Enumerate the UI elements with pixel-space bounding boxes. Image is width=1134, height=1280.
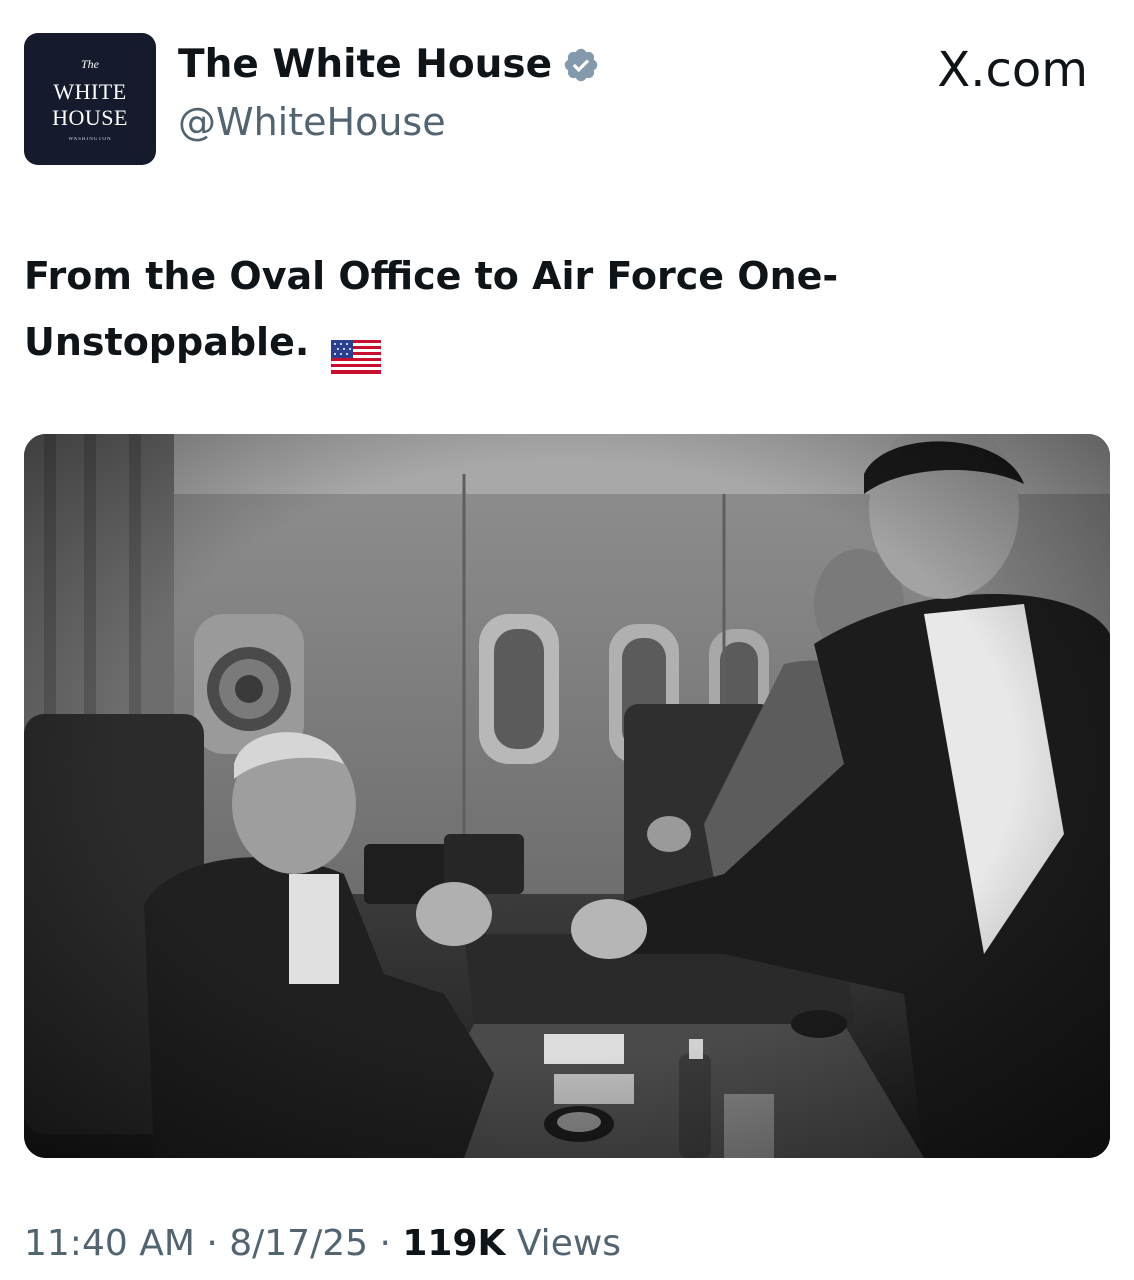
us-flag-icon [330,328,382,374]
tweet-date[interactable]: 8/17/25 [229,1223,368,1264]
avatar-text-washington: WASHINGTON [68,137,112,142]
display-name-row[interactable]: The White House [178,42,600,89]
tweet-meta: 11:40 AM · 8/17/25 · 119K Views [24,1222,621,1265]
meta-separator: · [368,1223,403,1264]
tweet-text-line-2: Unstoppable. [24,320,310,364]
tweet-text: From the Oval Office to Air Force One- U… [24,243,1024,375]
tweet-time[interactable]: 11:40 AM [24,1223,195,1264]
avatar-text-the: The [81,57,99,71]
tweet-text-line-2-row: Unstoppable. [24,309,1024,375]
views-label: Views [505,1223,622,1264]
display-name[interactable]: The White House [178,42,552,89]
avatar-text-white: WHITE [53,79,127,104]
tweet-text-line-1: From the Oval Office to Air Force One- [24,254,839,298]
site-label: X.com [937,42,1088,98]
verified-badge-icon [562,46,600,84]
meta-separator: · [194,1223,230,1264]
avatar-text-house: HOUSE [52,105,128,130]
views-count: 119K [402,1223,506,1264]
handle[interactable]: @WhiteHouse [178,100,446,146]
avatar[interactable]: The WHITE HOUSE WASHINGTON [24,33,156,165]
tweet-photo[interactable] [24,434,1110,1158]
